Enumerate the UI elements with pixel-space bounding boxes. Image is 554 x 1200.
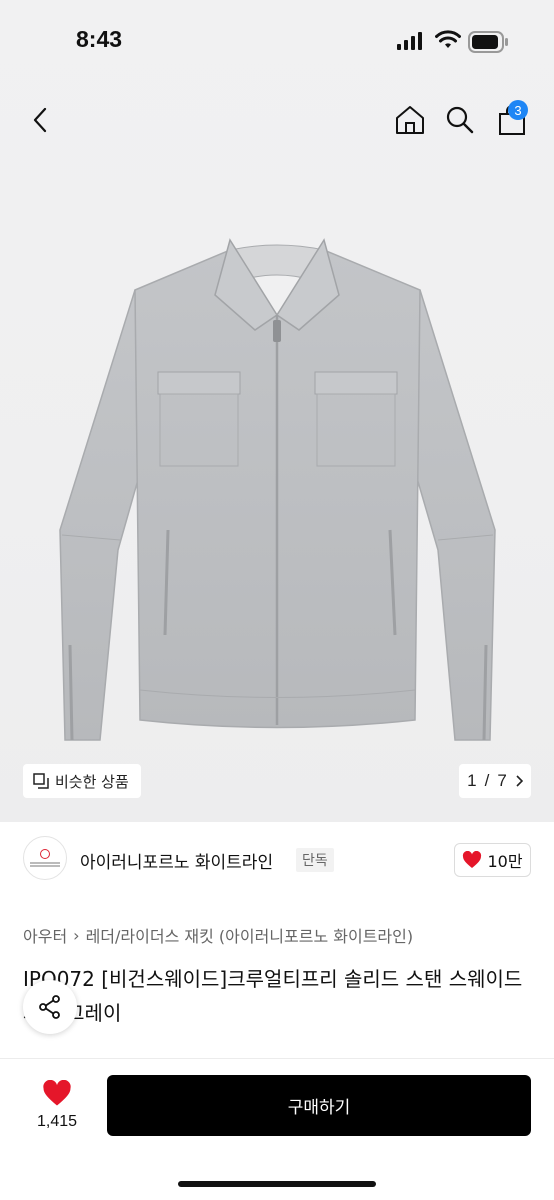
battery-icon (468, 31, 508, 53)
heart-icon (43, 1079, 71, 1105)
brand-like-button[interactable]: 10만 (454, 843, 531, 877)
similar-products-label: 비슷한 상품 (55, 772, 129, 791)
pager-current: 1 (467, 771, 477, 790)
breadcrumb-subcategory[interactable]: 레더/라이더스 재킷 (아이러니포르노 화이트라인) (86, 923, 414, 947)
wifi-icon (435, 30, 461, 48)
image-pager[interactable]: 1 / 7 (459, 764, 531, 798)
bottom-action-bar: 1,415 구매하기 (0, 1058, 554, 1200)
search-button[interactable] (438, 90, 482, 150)
share-icon (39, 995, 60, 1019)
buy-button[interactable]: 구매하기 (107, 1075, 531, 1136)
home-button[interactable] (388, 90, 432, 150)
back-button[interactable] (18, 90, 62, 150)
top-nav (0, 90, 554, 150)
product-image[interactable] (40, 220, 514, 760)
breadcrumb: 아우터 › 레더/라이더스 재킷 (아이러니포르노 화이트라인) (23, 923, 413, 947)
home-icon (396, 106, 424, 134)
brand-logo[interactable] (23, 836, 67, 880)
wishlist-button[interactable]: 1,415 (26, 1075, 88, 1135)
pager-total: 7 (497, 771, 507, 790)
similar-products-button[interactable]: 비슷한 상품 (23, 764, 141, 798)
pager-separator: / (484, 771, 490, 790)
search-icon (446, 106, 474, 134)
share-button[interactable] (23, 980, 77, 1034)
cart-count-badge: 3 (508, 100, 528, 120)
back-icon (33, 107, 47, 133)
wishlist-count: 1,415 (36, 1112, 78, 1130)
heart-icon (463, 851, 482, 868)
brand-row: 아이러니포르노 화이트라인 단독 10만 (0, 832, 554, 888)
cart-button[interactable] (490, 90, 534, 150)
similar-icon (33, 773, 49, 789)
product-title: IPO072 [비건스웨이드]크루얼티프리 솔리드 스탠 스웨이드 자켓 그레이 (23, 967, 523, 1025)
status-bar: 8:43 (0, 0, 554, 84)
signal-icon (397, 32, 422, 50)
brand-like-count: 10만 (487, 852, 523, 871)
breadcrumb-category[interactable]: 아우터 (23, 923, 67, 947)
home-indicator (178, 1181, 376, 1187)
chevron-right-icon (516, 775, 523, 787)
exclusive-badge: 단독 (296, 848, 334, 872)
breadcrumb-separator: › (73, 925, 80, 945)
status-time: 8:43 (76, 26, 123, 52)
brand-name[interactable]: 아이러니포르노 화이트라인 (80, 848, 273, 873)
